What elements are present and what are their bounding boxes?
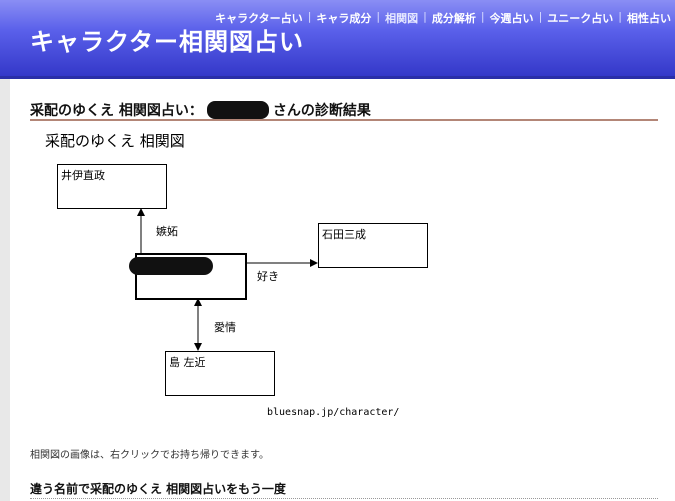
site-title[interactable]: キャラクター相関図占い <box>30 22 304 57</box>
main-content: 采配のゆくえ 相関図占い： さんの診断結果 采配のゆくえ 相関図 井伊直政 石田… <box>10 79 675 501</box>
retry-divider <box>30 498 658 500</box>
result-heading-prefix: 采配のゆくえ 相関図占い： <box>30 103 203 119</box>
top-nav: キャラクター占い | キャラ成分 | 相関図 | 成分解析 | 今週占い | ユ… <box>215 10 671 26</box>
diagram-url: bluesnap.jp/character/ <box>267 407 400 418</box>
relation-label-bottom: 愛情 <box>214 321 236 334</box>
result-heading: 采配のゆくえ 相関図占い： さんの診断結果 <box>30 100 371 120</box>
redacted-name <box>206 101 269 119</box>
nav-item-konshuu-uranai[interactable]: 今週占い <box>490 10 534 26</box>
node-right: 石田三成 <box>318 223 428 268</box>
retry-heading: 違う名前で采配のゆくえ 相関図占いをもう一度 <box>30 482 286 496</box>
heading-divider <box>30 119 658 121</box>
save-note: 相関図の画像は、右クリックでお持ち帰りできます。 <box>30 450 269 461</box>
nav-item-chara-seibun[interactable]: キャラ成分 <box>316 10 371 26</box>
relation-label-right: 好き <box>257 270 279 283</box>
node-bottom: 島 左近 <box>165 351 275 396</box>
nav-item-unique-uranai[interactable]: ユニーク占い <box>547 10 613 26</box>
node-right-label: 石田三成 <box>322 228 366 241</box>
site-header: キャラクター相関図占い キャラクター占い | キャラ成分 | 相関図 | 成分解… <box>0 0 675 76</box>
node-top-label: 井伊直政 <box>61 169 105 182</box>
nav-item-soukanzu[interactable]: 相関図 <box>385 10 418 26</box>
node-bottom-label: 島 左近 <box>169 356 206 369</box>
relation-label-top: 嫉妬 <box>156 225 178 238</box>
nav-item-character-uranai[interactable]: キャラクター占い <box>215 10 303 26</box>
node-top: 井伊直政 <box>57 164 167 209</box>
nav-item-seibun-kaiseki[interactable]: 成分解析 <box>432 10 476 26</box>
redacted-center-name <box>129 257 213 275</box>
nav-item-aishou-uranai[interactable]: 相性占い <box>627 10 671 26</box>
node-center <box>129 253 247 300</box>
result-heading-suffix: さんの診断結果 <box>272 103 371 119</box>
relationship-diagram-image[interactable]: 采配のゆくえ 相関図 井伊直政 石田三成 島 左近 嫉妬 好き 愛情 blues… <box>27 127 527 427</box>
